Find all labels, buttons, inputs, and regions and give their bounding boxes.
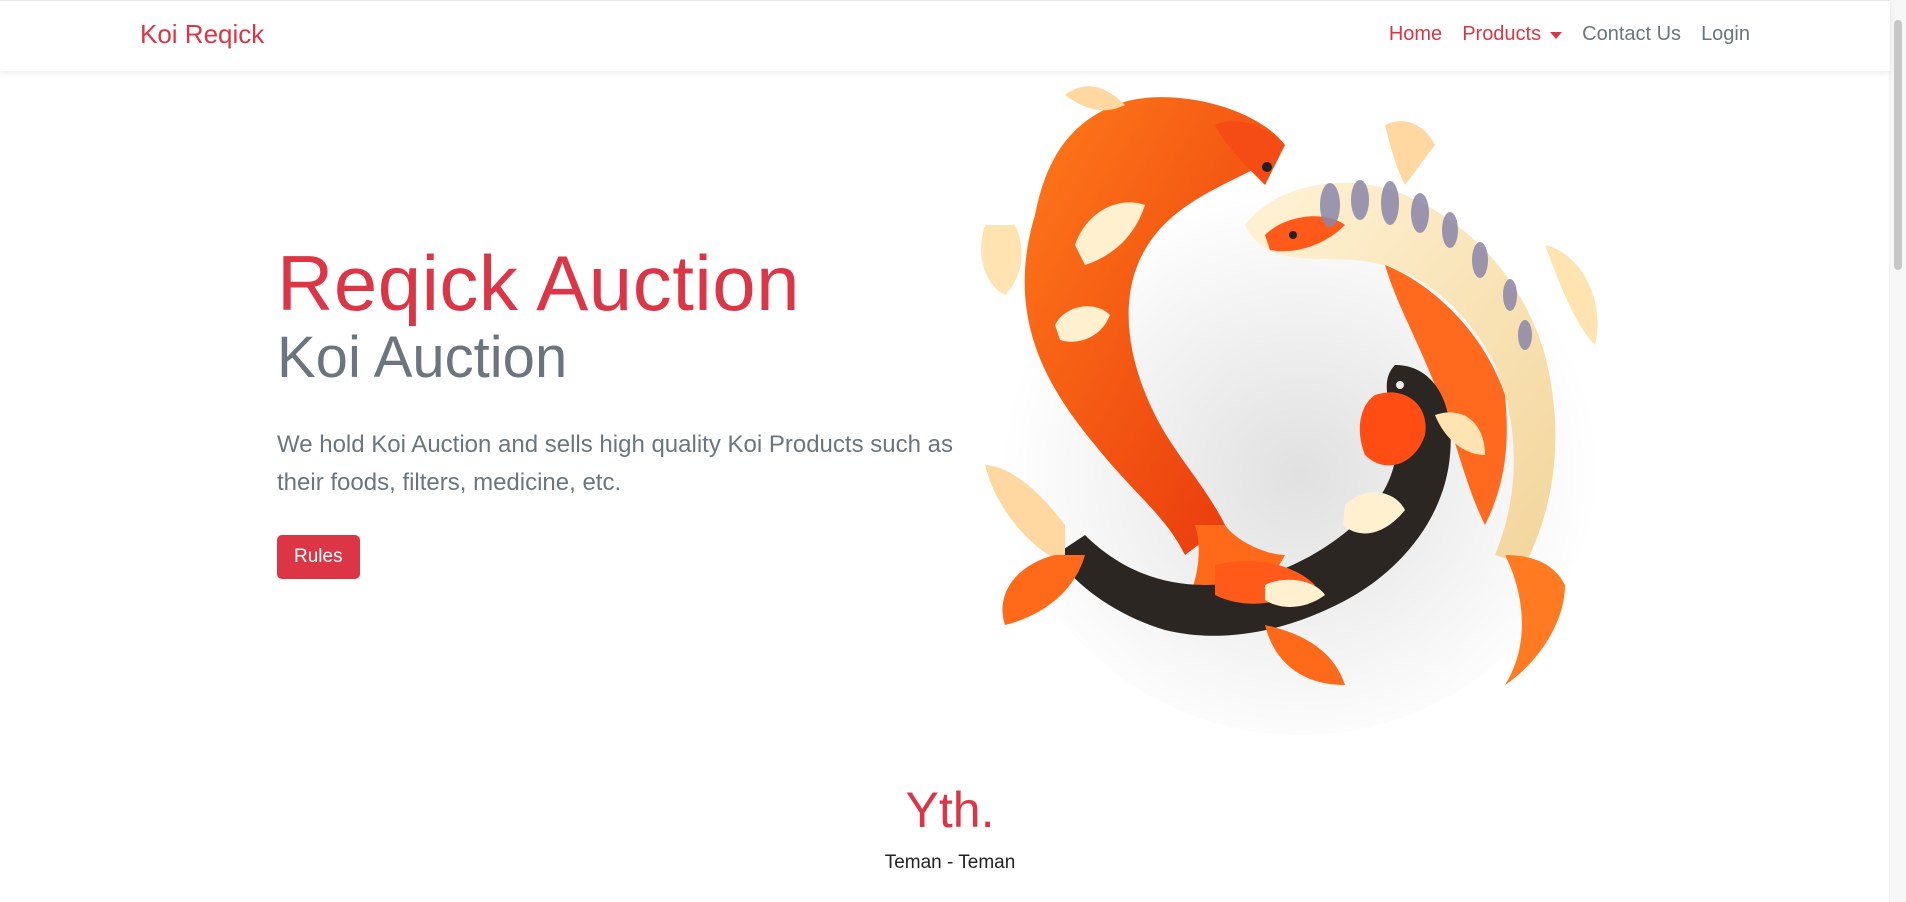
nav-contact-link[interactable]: Contact Us: [1582, 23, 1681, 46]
scrollbar-thumb[interactable]: [1894, 20, 1902, 270]
hero-subtitle: Koi Auction: [277, 325, 568, 390]
page-scrollbar[interactable]: [1889, 0, 1906, 902]
about-section: Yth. Teman - Teman: [0, 780, 1900, 874]
hero-section: Reqick Auction Koi Auction We hold Koi A…: [277, 238, 967, 579]
about-heading: Yth.: [905, 782, 995, 838]
nav-login-link[interactable]: Login: [1701, 23, 1750, 46]
about-subheading: Teman - Teman: [884, 852, 1016, 873]
caret-down-icon: [1550, 32, 1563, 39]
nav-home-link[interactable]: Home: [1389, 23, 1442, 46]
hero-title: Reqick Auction: [277, 239, 800, 327]
koi-fish-illustration: [965, 85, 1635, 750]
nav-products-dropdown[interactable]: Products: [1462, 23, 1563, 46]
rules-button[interactable]: Rules: [277, 535, 360, 579]
nav-links: Home Products Contact Us Login: [1389, 23, 1750, 46]
nav-products-label: Products: [1462, 23, 1542, 45]
brand-link[interactable]: Koi Reqick: [140, 19, 264, 50]
navbar: Koi Reqick Home Products Contact Us Logi…: [0, 0, 1890, 71]
hero-description: We hold Koi Auction and sells high quali…: [277, 431, 953, 496]
